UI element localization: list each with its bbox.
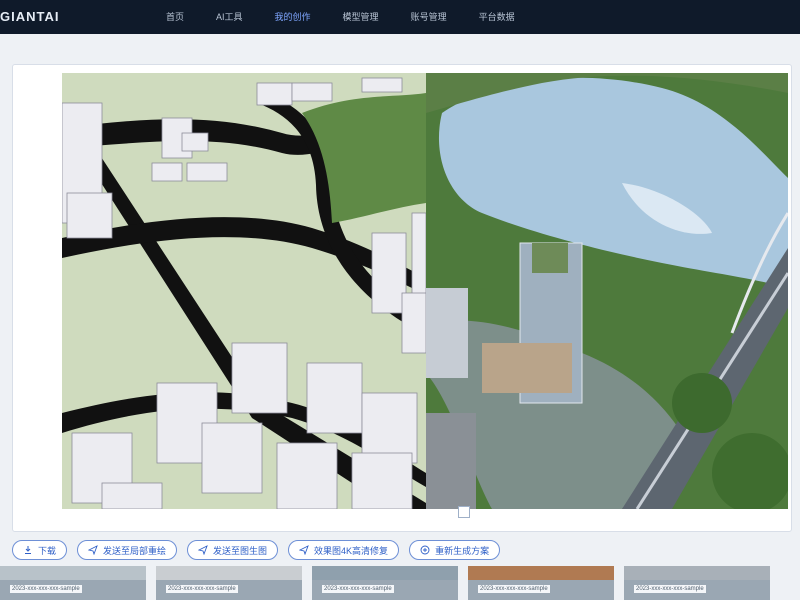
upscale-4k-label: 效果图4K高清修复	[314, 545, 389, 556]
comparison-image	[62, 73, 788, 509]
send-to-inpaint-label: 发送至局部重绘	[103, 545, 167, 556]
send-to-img2img-button[interactable]: 发送至图生图	[187, 540, 279, 560]
send-icon	[198, 545, 208, 555]
send-to-img2img-label: 发送至图生图	[213, 545, 268, 556]
brand-logo[interactable]: GIANTAI	[0, 9, 59, 24]
thumbnail-item[interactable]: 2023-xxx-xxx-xxx-sample	[156, 566, 302, 600]
history-thumbnails: 2023-xxx-xxx-xxx-sample 2023-xxx-xxx-xxx…	[0, 566, 800, 600]
plus-circle-icon	[420, 545, 430, 555]
nav-my-creations[interactable]: 我的创作	[259, 0, 327, 34]
comparison-image-viewer[interactable]	[62, 73, 788, 509]
regenerate-label: 重新生成方案	[435, 545, 490, 556]
thumbnail-caption: 2023-xxx-xxx-xxx-sample	[10, 585, 82, 593]
nav-home[interactable]: 首页	[150, 0, 200, 34]
thumbnail-caption: 2023-xxx-xxx-xxx-sample	[478, 585, 550, 593]
send-to-inpaint-button[interactable]: 发送至局部重绘	[77, 540, 178, 560]
nav-model-management[interactable]: 模型管理	[327, 0, 395, 34]
download-label: 下载	[38, 545, 57, 556]
send-icon	[88, 545, 98, 555]
main-nav: 首页 AI工具 我的创作 模型管理 账号管理 平台数据	[150, 0, 531, 34]
nav-account-management[interactable]: 账号管理	[395, 0, 463, 34]
thumbnail-caption: 2023-xxx-xxx-xxx-sample	[634, 585, 706, 593]
compare-slider-handle[interactable]	[458, 506, 470, 518]
download-icon	[25, 546, 31, 554]
thumbnail-item[interactable]: 2023-xxx-xxx-xxx-sample	[624, 566, 770, 600]
nav-ai-tools[interactable]: AI工具	[200, 0, 259, 34]
thumbnail-caption: 2023-xxx-xxx-xxx-sample	[166, 585, 238, 593]
thumbnail-item[interactable]: 2023-xxx-xxx-xxx-sample	[0, 566, 146, 600]
top-navigation-bar: GIANTAI 首页 AI工具 我的创作 模型管理 账号管理 平台数据	[0, 0, 800, 34]
download-button[interactable]: 下载	[12, 540, 68, 560]
upscale-4k-button[interactable]: 效果图4K高清修复	[288, 540, 400, 560]
sketch-model-side	[62, 73, 427, 509]
thumbnail-item[interactable]: 2023-xxx-xxx-xxx-sample	[312, 566, 458, 600]
thumbnail-item[interactable]: 2023-xxx-xxx-xxx-sample	[468, 566, 614, 600]
send-icon	[299, 545, 309, 555]
nav-platform-data[interactable]: 平台数据	[463, 0, 531, 34]
result-actions: 下载 发送至局部重绘 发送至图生图 效果图4K高清修复 重新生成方案	[12, 540, 501, 560]
thumbnail-caption: 2023-xxx-xxx-xxx-sample	[322, 585, 394, 593]
rendered-photo-side	[426, 73, 788, 509]
regenerate-button[interactable]: 重新生成方案	[409, 540, 501, 560]
